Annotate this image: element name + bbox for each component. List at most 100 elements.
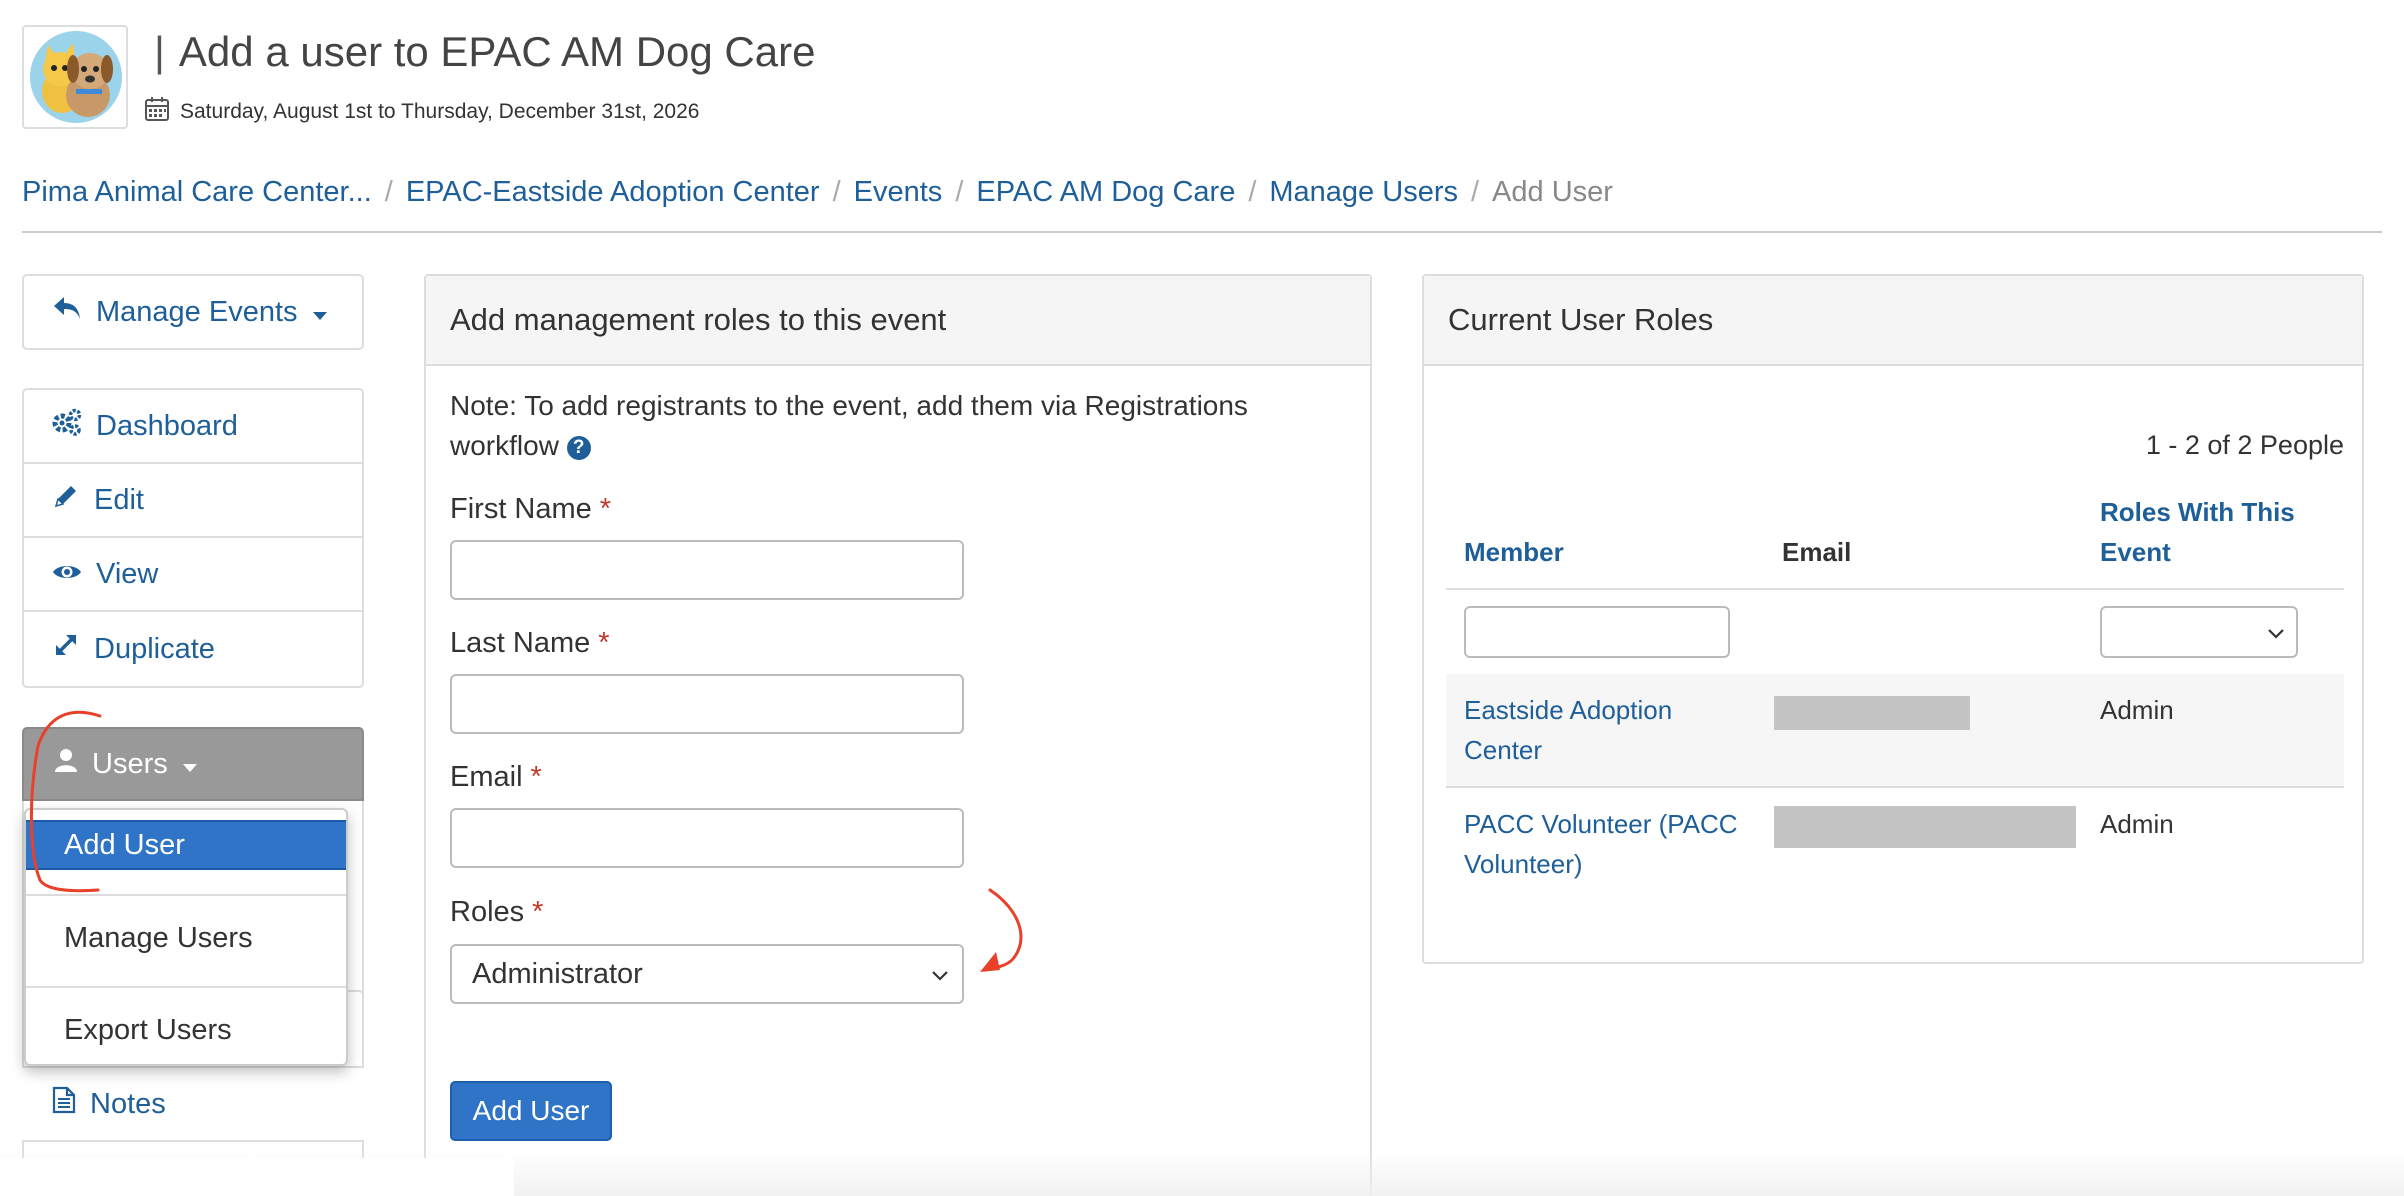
breadcrumb-separator: / [832, 176, 841, 208]
sidebar-item-notes[interactable]: Notes [22, 1066, 364, 1142]
question-circle-icon[interactable]: ? [566, 435, 591, 460]
add-roles-heading: Add management roles to this event [426, 276, 1370, 366]
first-name-field[interactable] [450, 540, 964, 600]
table-row-divider [1446, 786, 2344, 788]
breadcrumb-location[interactable]: EPAC-Eastside Adoption Center [406, 176, 820, 209]
event-date-range: Saturday, August 1st to Thursday, Decemb… [144, 96, 699, 128]
manage-events-button[interactable]: Manage Events [22, 274, 364, 350]
users-menu-button[interactable]: Users [22, 727, 364, 801]
event-nav-list: Dashboard Edit View Duplicate [22, 388, 364, 688]
email-label: Email * [450, 761, 542, 794]
panel-heading-text: Add management roles to this event [450, 302, 947, 337]
redacted-email [1774, 696, 1970, 730]
table-row-role: Admin [2100, 809, 2174, 839]
required-marker: * [530, 761, 542, 793]
member-name-line1: PACC Volunteer (PACC [1464, 809, 1738, 839]
table-header-divider [1446, 588, 2344, 590]
column-header-member[interactable]: Member [1464, 532, 1564, 572]
member-filter-input[interactable] [1464, 606, 1730, 658]
menu-item-label: Export Users [64, 1013, 232, 1046]
breadcrumb-events[interactable]: Events [854, 176, 943, 209]
manage-events-label: Manage Events [96, 295, 298, 328]
pencil-icon [52, 482, 80, 518]
date-range-text: Saturday, August 1st to Thursday, Decemb… [180, 100, 700, 123]
email-field[interactable] [450, 808, 964, 868]
label-text: Roles [450, 896, 525, 928]
last-name-field[interactable] [450, 674, 964, 734]
result-count: 1 - 2 of 2 People [2145, 430, 2344, 460]
column-header-roles-line2: Event [2100, 537, 2171, 567]
chevron-down-icon [930, 962, 950, 995]
member-name-line2: Volunteer) [1464, 849, 1583, 879]
title-divider: | [154, 28, 165, 75]
bottom-fade-cover [0, 1158, 514, 1196]
table-row-member-link[interactable]: Eastside Adoption Center [1464, 690, 1672, 770]
menu-item-export-users[interactable]: Export Users [26, 1005, 346, 1055]
roles-selected-value: Administrator [472, 957, 643, 990]
breadcrumb-event[interactable]: EPAC AM Dog Care [976, 176, 1235, 209]
button-label: Add User [472, 1095, 590, 1126]
column-header-roles-line1: Roles With This [2100, 497, 2295, 527]
chevron-down-icon [2266, 621, 2286, 650]
sidebar-item-view[interactable]: View [24, 538, 362, 612]
sidebar-item-label: Duplicate [94, 632, 215, 665]
roles-filter-select[interactable] [2100, 606, 2298, 658]
roles-select[interactable]: Administrator [450, 944, 964, 1004]
breadcrumb-divider [22, 231, 2382, 233]
caret-down-icon [312, 296, 328, 329]
required-marker: * [598, 627, 610, 659]
menu-item-label: Manage Users [64, 921, 253, 954]
page-title-text: Add a user to EPAC AM Dog Care [178, 28, 816, 75]
roles-label: Roles * [450, 896, 543, 929]
caret-down-icon [182, 748, 198, 781]
gears-icon [52, 408, 82, 444]
eye-icon [52, 558, 82, 591]
users-dropdown-menu: Add User Manage Users Export Users [24, 808, 348, 1066]
table-row-member-link[interactable]: PACC Volunteer (PACC Volunteer) [1464, 804, 1738, 884]
user-icon [54, 747, 78, 781]
breadcrumb-separator: / [1248, 176, 1257, 208]
sidebar-item-duplicate[interactable]: Duplicate [24, 612, 362, 686]
label-text: Last Name [450, 627, 591, 659]
registrants-note: Note: To add registrants to the event, a… [450, 386, 1310, 466]
users-menu-label: Users [92, 747, 168, 780]
sidebar-item-dashboard[interactable]: Dashboard [24, 390, 362, 464]
sidebar-item-edit[interactable]: Edit [24, 464, 362, 538]
breadcrumb-separator: / [384, 176, 393, 208]
document-icon [52, 1086, 76, 1122]
current-roles-heading: Current User Roles [1424, 276, 2362, 366]
menu-item-add-user[interactable]: Add User [26, 820, 346, 870]
redacted-email [1774, 806, 2076, 848]
sidebar-item-label: Notes [90, 1087, 166, 1120]
required-marker: * [599, 493, 612, 525]
menu-item-manage-users[interactable]: Manage Users [26, 913, 346, 963]
menu-item-label: Add User [64, 828, 185, 861]
cat-and-dog-logo-icon [30, 31, 122, 123]
sidebar-item-label: View [96, 557, 159, 590]
column-header-roles[interactable]: Roles With This Event [2100, 492, 2295, 572]
event-logo [22, 25, 128, 129]
breadcrumb-separator: / [1470, 176, 1480, 208]
expand-icon [52, 631, 80, 667]
panel-heading-text: Current User Roles [1448, 302, 1714, 337]
label-text: Email [450, 761, 523, 793]
breadcrumb: Pima Animal Care Center... / EPAC-Eastsi… [22, 176, 1613, 209]
breadcrumb-manage-users[interactable]: Manage Users [1269, 176, 1458, 209]
menu-divider [26, 986, 346, 988]
calendar-icon [144, 96, 170, 128]
menu-divider [26, 894, 346, 896]
reply-icon [52, 295, 82, 329]
first-name-label: First Name * [450, 493, 611, 526]
page-title: | Add a user to EPAC AM Dog Care [154, 28, 815, 76]
sidebar-item-label: Dashboard [96, 409, 238, 442]
required-marker: * [532, 896, 544, 928]
breadcrumb-current: Add User [1492, 176, 1613, 208]
table-row-role: Admin [2100, 695, 2174, 725]
sidebar-item-label: Edit [94, 483, 144, 516]
column-header-email: Email [1782, 537, 1852, 567]
add-user-button[interactable]: Add User [450, 1081, 612, 1141]
breadcrumb-organization[interactable]: Pima Animal Care Center... [22, 176, 372, 209]
last-name-label: Last Name * [450, 627, 610, 660]
member-name-line1: Eastside Adoption [1464, 695, 1673, 725]
label-text: First Name [450, 493, 592, 525]
